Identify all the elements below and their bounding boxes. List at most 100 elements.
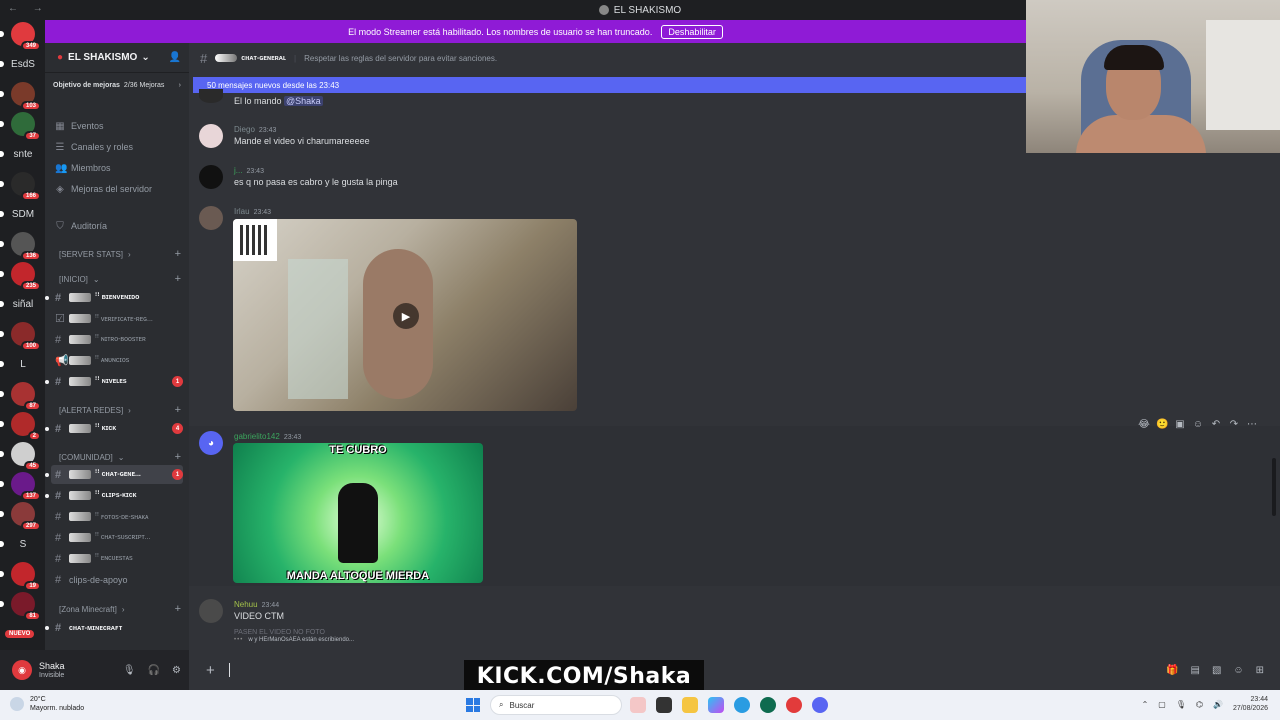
- chrome-icon[interactable]: [786, 697, 802, 713]
- channel-chat-minecraft[interactable]: # ᴄʜᴀᴛ-ᴍɪɴᴇᴄʀᴀꜰᴛ: [45, 618, 183, 637]
- new-badge[interactable]: NUEVO: [5, 630, 35, 638]
- volume-icon[interactable]: 🔊: [1213, 700, 1223, 709]
- server-icon[interactable]: L: [0, 352, 35, 376]
- reaction-emoji-icon[interactable]: ▣: [1174, 419, 1186, 430]
- server-icon[interactable]: EsdS: [0, 52, 35, 76]
- server-icon[interactable]: 100: [0, 322, 41, 351]
- server-icon[interactable]: 2: [0, 412, 41, 441]
- add-channel-icon[interactable]: +: [175, 248, 181, 260]
- server-icon[interactable]: 81: [0, 592, 41, 621]
- reaction-emoji-icon[interactable]: 🙂: [1156, 419, 1168, 430]
- category-zona-minecraft[interactable]: [Zona Minecraft] › +: [59, 602, 181, 616]
- avatar[interactable]: [199, 599, 223, 623]
- channel-bienvenido[interactable]: # ꜝꜝ ʙɪᴇɴᴠᴇɴɪᴅᴏ: [45, 288, 183, 307]
- file-explorer-icon[interactable]: [682, 697, 698, 713]
- copilot-icon[interactable]: [708, 697, 724, 713]
- category-inicio[interactable]: [INICIO] ⌄ +: [59, 272, 181, 286]
- nav-events[interactable]: ▦ Eventos: [55, 117, 103, 135]
- channel-niveles[interactable]: # ꜝꜝ ɴɪᴠᴇʟᴇs 1: [45, 372, 183, 391]
- add-attachment-icon[interactable]: +: [206, 662, 215, 679]
- channel-clips-kick[interactable]: # ꜝꜝ ᴄʟɪᴘs-ᴋɪᴄᴋ: [45, 486, 183, 505]
- server-icon[interactable]: siñal: [0, 292, 35, 316]
- author-name[interactable]: Irlau: [234, 207, 250, 216]
- server-icon[interactable]: 45: [0, 442, 41, 471]
- add-member-icon[interactable]: 👤: [169, 52, 181, 63]
- tray-icon[interactable]: ▢: [1158, 700, 1166, 709]
- channel-verificate[interactable]: ☑ ꜝꜝ ᴠᴇʀɪꜰɪᴄᴀᴛᴇ-ʀᴇɢ...: [51, 309, 183, 328]
- server-header[interactable]: ● EL SHAKISMO ⌄ 👤: [45, 43, 189, 73]
- server-icon[interactable]: 37: [0, 112, 41, 141]
- server-icon[interactable]: 87: [0, 382, 41, 411]
- channel-nitro-booster[interactable]: # ꜝꜝ ɴɪᴛʀᴏ-ʙᴏᴏsᴛᴇʀ: [51, 330, 183, 349]
- discord-icon[interactable]: [812, 697, 828, 713]
- server-icon[interactable]: 136: [0, 232, 41, 261]
- edge-icon[interactable]: [734, 697, 750, 713]
- emoji-icon[interactable]: ☺: [1233, 665, 1243, 676]
- apps-icon[interactable]: ⊞: [1256, 665, 1264, 676]
- avatar[interactable]: [199, 206, 223, 230]
- author-name[interactable]: Diego: [234, 125, 255, 134]
- gear-icon[interactable]: ⚙: [172, 665, 181, 676]
- nav-arrows[interactable]: ← →: [8, 3, 49, 14]
- message-input[interactable]: [228, 663, 230, 677]
- channel-clips-de-apoyo[interactable]: # clips-de-apoyo: [51, 570, 183, 589]
- task-view-icon[interactable]: [656, 697, 672, 713]
- channel-anuncios[interactable]: 📢 ꜝꜝ ᴀɴᴜɴᴄɪᴏs: [51, 351, 183, 370]
- add-channel-icon[interactable]: +: [175, 451, 181, 463]
- headphones-icon[interactable]: 🎧: [148, 665, 160, 676]
- avatar[interactable]: [199, 165, 223, 189]
- weather-widget[interactable]: 20°C Mayorm. nublado: [10, 695, 84, 713]
- server-icon[interactable]: S: [0, 532, 35, 556]
- app-icon[interactable]: [760, 697, 776, 713]
- server-icon[interactable]: snte: [0, 142, 35, 166]
- author-name[interactable]: j...: [234, 166, 242, 175]
- windows-start-icon[interactable]: [466, 698, 480, 712]
- add-reaction-icon[interactable]: ☺: [1192, 419, 1204, 430]
- author-name[interactable]: Nehuu: [234, 600, 258, 609]
- reaction-emoji-icon[interactable]: 😂: [1138, 419, 1150, 430]
- author-name[interactable]: gabrielito142: [234, 432, 280, 441]
- category-server-stats[interactable]: [SERVER STATS] › +: [59, 247, 181, 261]
- server-icon[interactable]: 19: [0, 562, 41, 591]
- channel-encuestas[interactable]: # ꜝꜝ ᴇɴᴄᴜᴇsᴛᴀs: [51, 549, 183, 568]
- sticker-icon[interactable]: ▧: [1212, 665, 1221, 676]
- video-attachment[interactable]: ▶: [233, 219, 577, 411]
- reply-icon[interactable]: ↶: [1210, 419, 1222, 430]
- disable-streamer-button[interactable]: Deshabilitar: [661, 24, 723, 39]
- server-icon[interactable]: 166: [0, 172, 41, 201]
- avatar[interactable]: [199, 124, 223, 148]
- scrollbar[interactable]: [1272, 458, 1276, 516]
- new-messages-bar[interactable]: 50 mensajes nuevos desde las 23:43: [193, 77, 1026, 93]
- forward-icon[interactable]: ↷: [1228, 419, 1240, 430]
- microphone-icon[interactable]: 🎙: [123, 665, 136, 676]
- channel-fotos-de-shaka[interactable]: # ꜝꜝ ꜰᴏᴛᴏs-ᴅᴇ-sʜᴀᴋᴀ: [51, 507, 183, 526]
- boost-goal[interactable]: Objetivo de mejoras 2/36 Mejoras ›: [53, 79, 181, 92]
- nav-members[interactable]: 👥 Miembros: [55, 159, 111, 177]
- server-icon[interactable]: 137: [0, 472, 41, 501]
- server-icon[interactable]: SDM: [0, 202, 35, 226]
- discord-avatar-icon[interactable]: ◕: [199, 431, 223, 455]
- server-icon[interactable]: 349: [0, 22, 41, 51]
- server-icon[interactable]: 235: [0, 262, 41, 291]
- chevron-up-icon[interactable]: ⌃: [1142, 700, 1149, 709]
- server-icon[interactable]: 297: [0, 502, 41, 531]
- more-icon[interactable]: ⋯: [1246, 419, 1258, 430]
- add-channel-icon[interactable]: +: [175, 603, 181, 615]
- gift-icon[interactable]: 🎁: [1166, 665, 1178, 676]
- add-channel-icon[interactable]: +: [175, 273, 181, 285]
- channel-chat-general[interactable]: # ꜝꜝ ᴄʜᴀᴛ-ɢᴇɴᴇ... 1: [45, 465, 183, 484]
- meme-image[interactable]: TE CUBRO MANDA ALTOQUE MIERDA: [233, 443, 483, 583]
- channel-chat-suscriptores[interactable]: # ꜝꜝ ᴄʜᴀᴛ-sᴜsᴄʀɪᴘᴛ...: [51, 528, 183, 547]
- clock[interactable]: 23:44 27/08/2026: [1233, 695, 1268, 713]
- category-comunidad[interactable]: [COMUNIDAD] ⌄ +: [59, 450, 181, 464]
- nav-channels-roles[interactable]: ☰ Canales y roles: [55, 138, 134, 156]
- taskbar-search[interactable]: ⌕ Buscar: [490, 695, 622, 715]
- nav-audit[interactable]: ⛉ Auditoría: [55, 217, 107, 235]
- gif-icon[interactable]: ▤: [1190, 665, 1199, 676]
- network-icon[interactable]: ⌬: [1196, 700, 1203, 709]
- nav-boosts[interactable]: ◈ Mejoras del servidor: [55, 180, 152, 198]
- user-mention[interactable]: @Shaka: [284, 96, 323, 106]
- channel-kick[interactable]: # ꜝꜝ ᴋɪᴄᴋ 4: [45, 419, 183, 438]
- server-icon[interactable]: 103: [0, 82, 41, 111]
- add-channel-icon[interactable]: +: [175, 404, 181, 416]
